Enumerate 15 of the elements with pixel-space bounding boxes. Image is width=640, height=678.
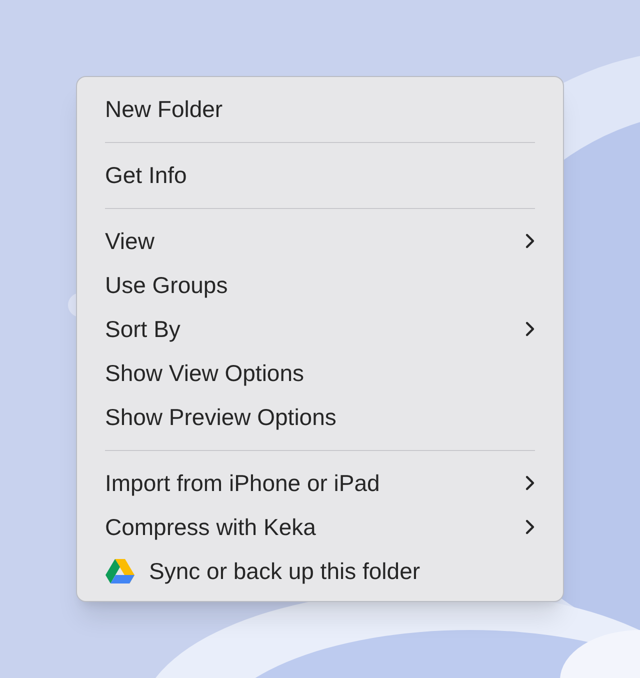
chevron-right-icon	[525, 519, 535, 535]
menu-item[interactable]: Compress with Keka	[77, 505, 563, 549]
menu-item[interactable]: Sort By	[77, 307, 563, 351]
menu-item[interactable]: Show View Options	[77, 351, 563, 395]
menu-item[interactable]: View	[77, 219, 563, 263]
chevron-right-icon	[525, 321, 535, 337]
menu-item[interactable]: New Folder	[77, 87, 563, 131]
chevron-right-icon	[525, 475, 535, 491]
menu-item[interactable]: Use Groups	[77, 263, 563, 307]
menu-item[interactable]: Import from iPhone or iPad	[77, 461, 563, 505]
menu-item[interactable]: Show Preview Options	[77, 395, 563, 439]
triangle-logo-icon	[105, 558, 135, 584]
chevron-right-icon	[525, 233, 535, 249]
menu-item[interactable]: Get Info	[77, 153, 563, 197]
menu-item[interactable]: Sync or back up this folder	[77, 549, 563, 593]
